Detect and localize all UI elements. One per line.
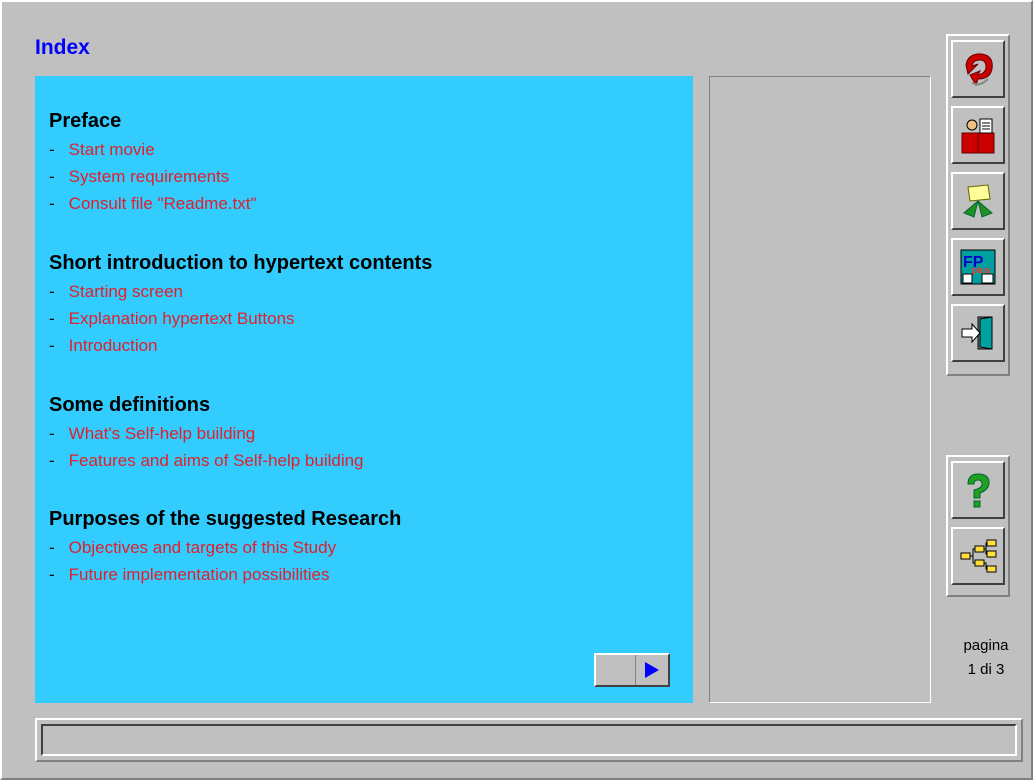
exit-button[interactable]	[951, 304, 1005, 362]
link-whats-self-help[interactable]: - What's Self-help building	[49, 420, 364, 447]
recycle-note-icon	[963, 184, 993, 218]
help-question-icon	[967, 473, 990, 508]
play-right-icon	[645, 662, 659, 678]
link-introduction[interactable]: - Introduction	[49, 332, 432, 359]
link-explanation-buttons[interactable]: - Explanation hypertext Buttons	[49, 305, 432, 332]
page-label: pagina	[963, 637, 1009, 654]
help-button[interactable]	[951, 461, 1005, 519]
map-button[interactable]	[951, 527, 1005, 585]
section-definitions: Some definitions - What's Self-help build…	[49, 393, 364, 474]
reading-book-icon	[961, 118, 995, 154]
page-position: 1 di 3	[967, 661, 1005, 678]
link-consult-readme[interactable]: - Consult file "Readme.txt"	[49, 190, 257, 217]
reading-button[interactable]	[951, 106, 1005, 164]
section-heading: Some definitions	[49, 394, 211, 416]
section-purposes: Purposes of the suggested Research - Obje…	[49, 507, 401, 588]
notes-button[interactable]	[951, 172, 1005, 230]
fp-button[interactable]: FP plus	[951, 238, 1005, 296]
tree-structure-icon	[960, 539, 997, 573]
status-bar	[35, 718, 1023, 762]
back-arrow-icon	[965, 53, 993, 87]
page-navigator	[594, 653, 670, 687]
page-title: Index	[35, 36, 90, 59]
link-start-movie[interactable]: - Start movie	[49, 136, 257, 163]
link-system-requirements[interactable]: - System requirements	[49, 163, 257, 190]
section-heading: Short introduction to hypertext contents	[49, 252, 433, 274]
next-page-button[interactable]	[636, 655, 668, 685]
fp-logo-icon: FP plus	[960, 249, 996, 285]
main-window: Index Preface - Start movie - System requi…	[0, 0, 1033, 780]
status-text-field	[41, 724, 1017, 756]
back-button[interactable]	[951, 40, 1005, 98]
main-toolbar: FP plus	[946, 34, 1010, 376]
page-indicator: pagina 1 di 3	[946, 634, 1026, 682]
section-short-introduction: Short introduction to hypertext contents…	[49, 251, 432, 359]
section-heading: Preface	[49, 110, 122, 132]
side-panel	[709, 76, 931, 703]
link-features-aims[interactable]: - Features and aims of Self-help building	[49, 447, 364, 474]
link-starting-screen[interactable]: - Starting screen	[49, 278, 432, 305]
link-future-implementation[interactable]: - Future implementation possibilities	[49, 561, 401, 588]
exit-door-icon	[961, 316, 993, 350]
previous-page-button[interactable]	[596, 655, 636, 685]
section-preface: Preface - Start movie - System requirement…	[49, 109, 257, 217]
help-toolbar	[946, 455, 1010, 597]
link-objectives-targets[interactable]: - Objectives and targets of this Study	[49, 534, 401, 561]
index-content-panel: Preface - Start movie - System requirement…	[35, 76, 693, 703]
section-heading: Purposes of the suggested Research	[49, 508, 402, 530]
